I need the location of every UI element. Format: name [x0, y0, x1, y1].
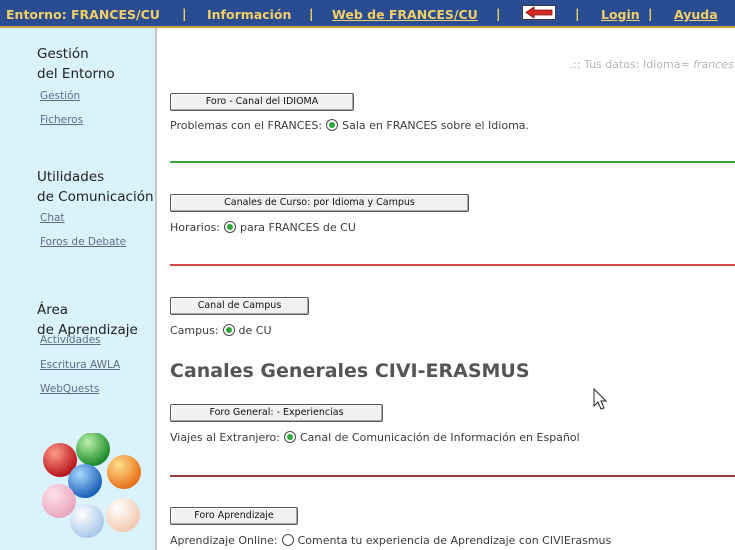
nav-separator: |	[182, 6, 187, 21]
radio-viajes[interactable]	[283, 431, 296, 443]
option-label: Problemas con el FRANCES:	[170, 119, 323, 132]
nav-separator: |	[575, 6, 580, 21]
web-link[interactable]: Web de FRANCES/CU	[332, 7, 478, 22]
radio-aprendizaje[interactable]	[281, 534, 294, 546]
sidebar-heading-gestion: Gestión del Entorno	[37, 46, 115, 82]
canales-curso-button[interactable]: Canales de Curso: por Idioma y Campus	[170, 194, 469, 212]
block-aprendizaje-line: Aprendizaje Online: Comenta tu experienci…	[170, 534, 611, 547]
block-viajes-line: Viajes al Extranjero: Canal de Comunicaci…	[170, 431, 580, 444]
sidebar-link-foros[interactable]: Foros de Debate	[40, 236, 126, 248]
option-label: Viajes al Extranjero:	[170, 431, 280, 444]
sidebar-link-actividades[interactable]: Actividades	[40, 334, 101, 346]
nav-separator: |	[496, 6, 501, 21]
sidebar-link-webquests[interactable]: WebQuests	[40, 383, 99, 395]
login-link[interactable]: Login	[601, 7, 640, 22]
radio-campus[interactable]	[222, 324, 235, 336]
user-info: .:: Tus datos: Idioma= frances C	[569, 58, 735, 71]
radio-horarios[interactable]	[224, 221, 237, 233]
block-idioma-line: Problemas con el FRANCES: Sala en FRANCES…	[170, 119, 529, 132]
option-text: para FRANCES de CU	[240, 221, 356, 234]
sidebar-link-ficheros[interactable]: Ficheros	[40, 114, 83, 126]
option-text: Canal de Comunicación de Información en …	[299, 431, 580, 444]
canal-campus-button[interactable]: Canal de Campus	[170, 297, 309, 315]
option-text: Comenta tu experiencia de Aprendizaje co…	[297, 534, 612, 547]
sidebar-heading-comunicacion: Utilidades de Comunicación	[37, 169, 154, 205]
back-arrow-icon[interactable]	[522, 5, 556, 20]
colored-spheres-logo	[42, 433, 141, 538]
mouse-pointer-icon	[593, 388, 608, 410]
foro-idioma-button[interactable]: Foro - Canal del IDIOMA	[170, 93, 354, 111]
radio-sala-frances[interactable]	[326, 119, 339, 131]
divider-red	[170, 264, 735, 266]
foro-aprendizaje-button[interactable]: Foro Aprendizaje	[170, 507, 298, 525]
block-campus-line: Campus: de CU	[170, 324, 272, 337]
foro-general-button[interactable]: Foro General: - Experiencias	[170, 404, 383, 422]
ayuda-link[interactable]: Ayuda	[674, 7, 718, 22]
sidebar-link-gestion[interactable]: Gestión	[40, 90, 80, 102]
option-text: de CU	[238, 324, 272, 337]
entorno-link[interactable]: Entorno: FRANCES/CU	[6, 7, 160, 22]
nav-separator: |	[309, 6, 314, 21]
left-sidebar: Gestión del Entorno Gestión Ficheros Uti…	[0, 28, 157, 550]
option-text: Sala en FRANCES sobre el Idioma.	[342, 119, 530, 132]
sidebar-link-awla[interactable]: Escritura AWLA	[40, 359, 120, 371]
option-label: Aprendizaje Online:	[170, 534, 278, 547]
informacion-link[interactable]: Información	[207, 7, 291, 22]
nav-separator: |	[648, 6, 653, 21]
sidebar-link-chat[interactable]: Chat	[40, 212, 65, 224]
option-label: Horarios:	[170, 221, 221, 234]
divider-darkred	[170, 475, 735, 477]
main-content: .:: Tus datos: Idioma= frances C Foro - …	[159, 28, 735, 550]
divider-green	[170, 161, 735, 163]
option-label: Campus:	[170, 324, 219, 337]
block-horarios-line: Horarios: para FRANCES de CU	[170, 221, 356, 234]
top-navigation-bar: Entorno: FRANCES/CU | Información | Web …	[0, 0, 735, 28]
section-title: Canales Generales CIVI-ERASMUS	[170, 360, 530, 382]
